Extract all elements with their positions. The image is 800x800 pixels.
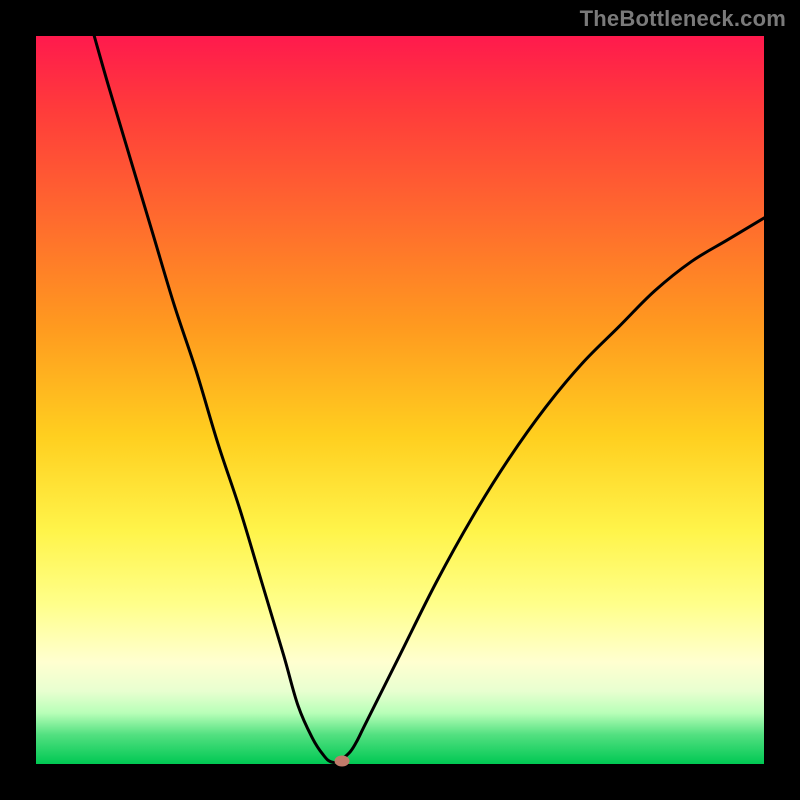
chart-frame: TheBottleneck.com <box>0 0 800 800</box>
watermark: TheBottleneck.com <box>580 6 786 32</box>
bottleneck-curve <box>36 36 764 764</box>
optimal-point-marker <box>334 756 349 767</box>
plot-area <box>36 36 764 764</box>
